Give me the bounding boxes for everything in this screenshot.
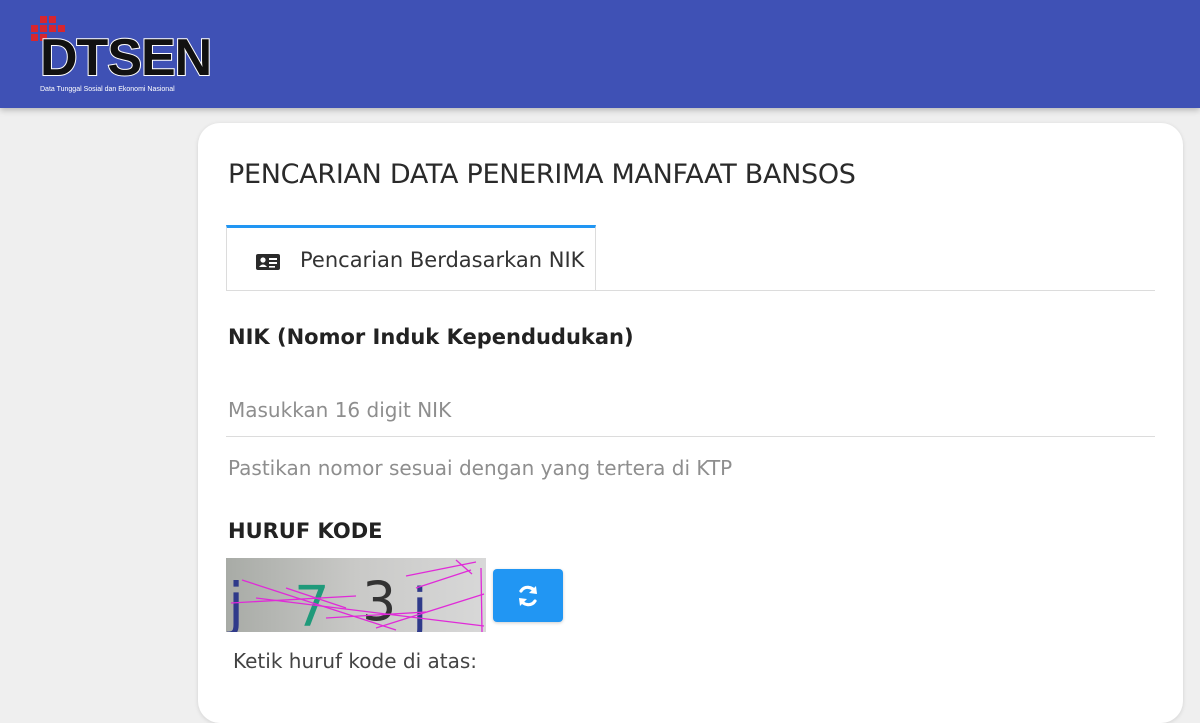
captcha-image: j 7 3 j	[226, 558, 486, 642]
captcha-label: HURUF KODE	[228, 519, 383, 543]
captcha-char-1: j	[226, 570, 244, 632]
nik-help-text: Pastikan nomor sesuai dengan yang terter…	[228, 456, 733, 480]
tabs-divider	[226, 290, 1155, 291]
page-title: PENCARIAN DATA PENERIMA MANFAAT BANSOS	[228, 159, 856, 190]
tab-label: Pencarian Berdasarkan NIK	[300, 248, 585, 272]
nik-input[interactable]	[226, 383, 1155, 437]
tab-search-by-nik[interactable]: Pencarian Berdasarkan NIK	[226, 225, 596, 290]
dtsen-logo[interactable]: DTSEN Data Tunggal Sosial dan Ekonomi Na…	[28, 14, 228, 98]
refresh-captcha-button[interactable]	[493, 569, 563, 622]
id-card-icon	[255, 253, 281, 271]
top-header: DTSEN Data Tunggal Sosial dan Ekonomi Na…	[0, 0, 1200, 108]
logo-subtitle: Data Tunggal Sosial dan Ekonomi Nasional	[40, 86, 175, 93]
refresh-icon	[519, 585, 537, 607]
logo-text: DTSEN	[39, 29, 213, 87]
search-card: PENCARIAN DATA PENERIMA MANFAAT BANSOS P…	[198, 123, 1183, 723]
nik-label: NIK (Nomor Induk Kependudukan)	[228, 325, 634, 349]
captcha-help-text: Ketik huruf kode di atas:	[233, 649, 477, 673]
